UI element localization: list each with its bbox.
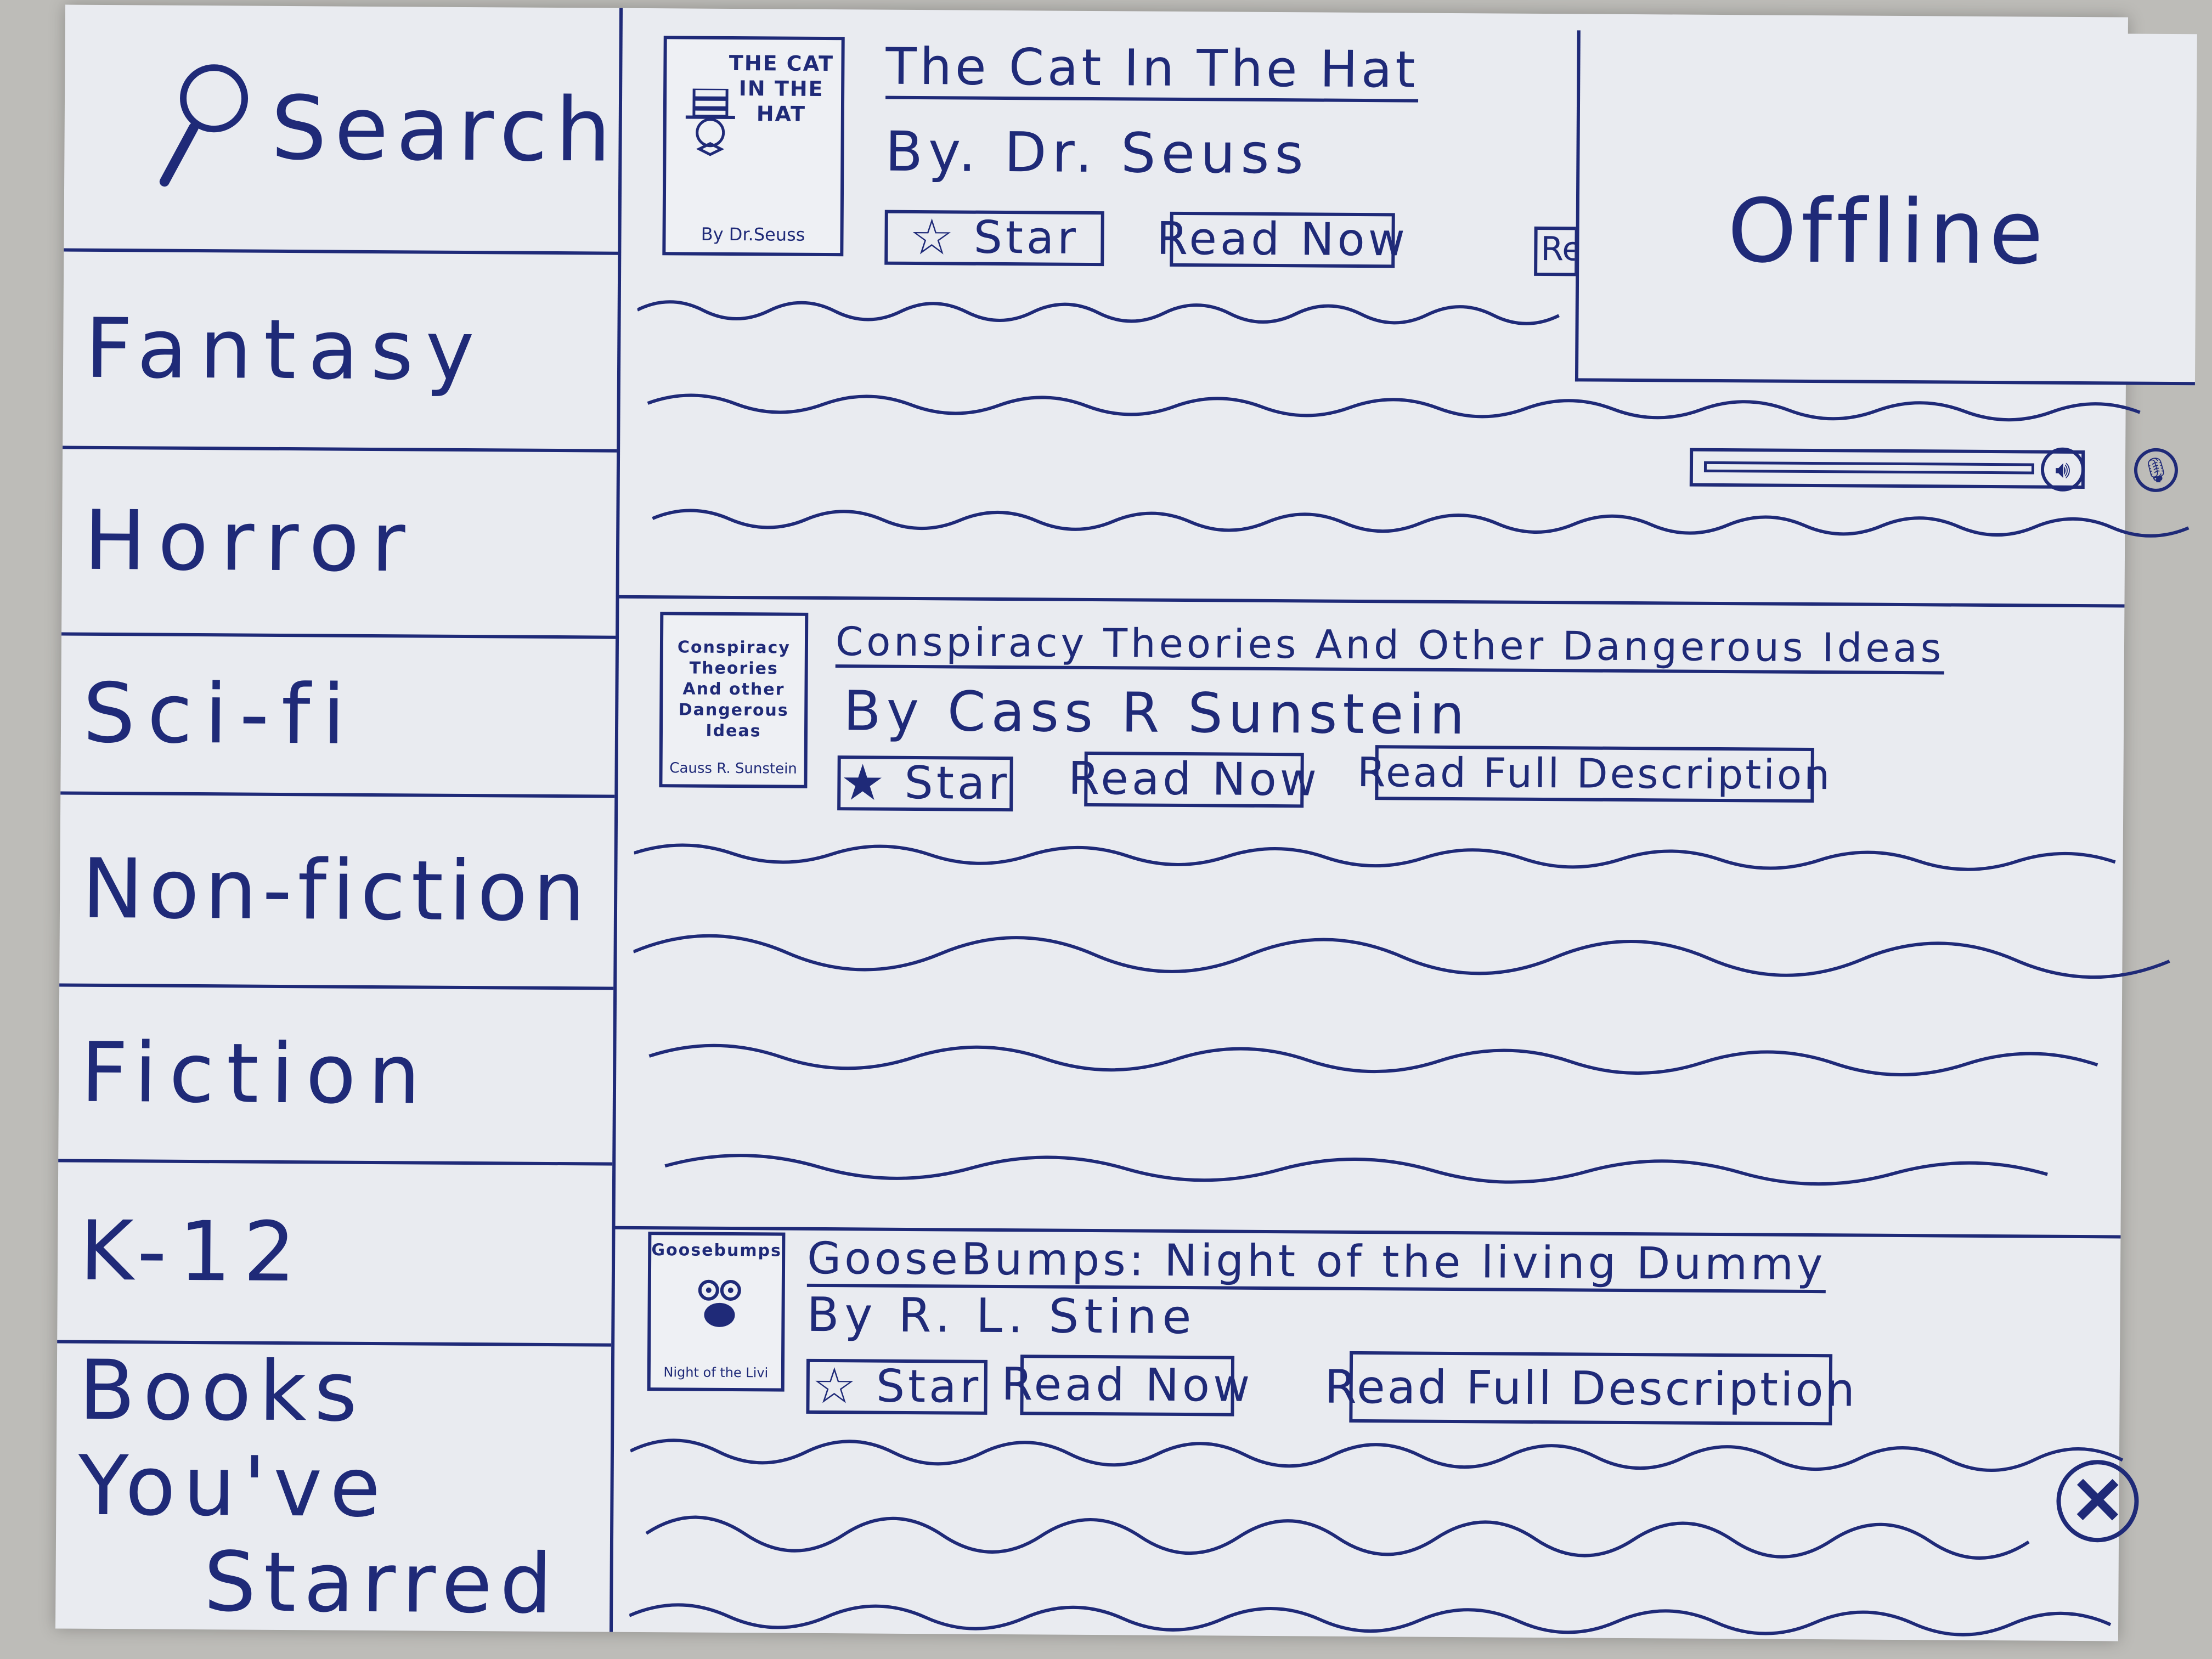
read-description-button[interactable]: Read Full Description — [1324, 1351, 1857, 1426]
book-card: Conspiracy Theories And other Dangerous … — [615, 595, 2170, 1239]
sidebar-item-horror[interactable]: Horror — [61, 449, 617, 639]
star-label: Star — [904, 757, 1011, 810]
star-label: Star — [876, 1360, 982, 1413]
star-label: Star — [973, 211, 1080, 264]
book-list: THE CAT IN THE HAT By Dr.Seuss The Cat I… — [613, 8, 2197, 1641]
read-now-label: Read Now — [1001, 1358, 1254, 1412]
book-card: Goosebumps Night of the Livi GooseBumps:… — [613, 1226, 2124, 1641]
search-button[interactable]: Search — [64, 4, 620, 255]
sidebar-item-label: Books You've — [78, 1342, 388, 1536]
book-cover[interactable]: THE CAT IN THE HAT By Dr.Seuss — [662, 36, 845, 257]
microphone-icon[interactable]: 🎙︎ — [2134, 448, 2179, 493]
sidebar-item-fantasy[interactable]: Fantasy — [63, 251, 618, 453]
read-now-label: Read Now — [1156, 212, 1409, 267]
sidebar-item-fiction[interactable]: Fiction — [58, 986, 614, 1166]
read-now-button[interactable]: Read Now — [1156, 211, 1408, 268]
read-description-button[interactable]: Re — [1534, 226, 1578, 276]
app-screen: Search Fantasy Horror Sci-fi Non-fiction… — [55, 4, 2197, 1641]
dummy-face-icon — [698, 1279, 741, 1327]
book-title[interactable]: GooseBumps: Night of the living Dummy — [806, 1232, 1826, 1294]
sidebar-item-label: Horror — [83, 493, 418, 591]
book-author: By. Dr. Seuss — [885, 119, 1309, 187]
offline-popup[interactable]: Offline — [1575, 30, 2197, 386]
read-description-label: Read Full Description — [1357, 748, 1832, 799]
book-cover[interactable]: Goosebumps Night of the Livi — [647, 1232, 786, 1392]
book-title[interactable]: The Cat In The Hat — [885, 37, 1419, 103]
read-description-label: Re — [1541, 229, 1578, 269]
star-outline-icon: ☆ — [811, 1357, 860, 1415]
star-filled-icon: ★ — [840, 754, 889, 812]
audio-volume-slider[interactable] — [1689, 448, 2085, 489]
close-icon[interactable]: ✕ — [2056, 1459, 2139, 1543]
book-author: By Cass R Sunstein — [843, 679, 1470, 747]
read-description-button[interactable]: Read Full Description — [1357, 745, 1832, 803]
genre-sidebar: Search Fantasy Horror Sci-fi Non-fiction… — [55, 4, 623, 1632]
sidebar-item-starred-books[interactable]: Books You've Starred — [55, 1343, 611, 1632]
speaker-icon[interactable]: 🔊︎ — [2040, 447, 2085, 492]
offline-label: Offline — [1727, 179, 2048, 284]
read-now-button[interactable]: Read Now — [1068, 751, 1320, 808]
sidebar-item-label: Fiction — [80, 1025, 433, 1123]
book-title[interactable]: Conspiracy Theories And Other Dangerous … — [835, 618, 1945, 675]
cover-author: By Dr.Seuss — [701, 223, 805, 245]
magnifier-icon — [146, 64, 249, 190]
sidebar-item-label: Starred — [203, 1534, 560, 1633]
cover-title: Conspiracy Theories And other Dangerous … — [677, 637, 791, 741]
cover-author: Causs R. Sunstein — [669, 760, 797, 777]
description-placeholder-lines — [629, 1438, 2124, 1637]
book-author: By R. L. Stine — [806, 1287, 1197, 1345]
read-description-label: Read Full Description — [1324, 1359, 1858, 1417]
star-button[interactable]: ★ Star — [837, 754, 1013, 812]
sidebar-item-label: Non-fiction — [81, 841, 591, 940]
sidebar-item-label: Fantasy — [84, 301, 487, 399]
cover-author: Night of the Livi — [663, 1364, 769, 1381]
book-cover[interactable]: Conspiracy Theories And other Dangerous … — [659, 612, 809, 788]
read-now-button[interactable]: Read Now — [1001, 1355, 1253, 1417]
star-outline-icon: ☆ — [909, 208, 958, 267]
volume-fill — [1703, 461, 2034, 475]
star-button[interactable]: ☆ Star — [884, 208, 1104, 267]
cat-in-hat-icon — [685, 88, 735, 156]
sidebar-item-non-fiction[interactable]: Non-fiction — [59, 794, 615, 990]
sidebar-item-label: K-12 — [79, 1203, 308, 1301]
cover-title: Goosebumps — [651, 1240, 782, 1261]
search-label: Search — [270, 76, 619, 182]
description-placeholder-lines — [633, 843, 2170, 1186]
read-now-label: Read Now — [1068, 752, 1321, 806]
sidebar-item-label: Sci-fi — [82, 665, 358, 763]
sidebar-item-sci-fi[interactable]: Sci-fi — [60, 635, 616, 798]
sidebar-item-k-12[interactable]: K-12 — [57, 1162, 613, 1347]
star-button[interactable]: ☆ Star — [806, 1357, 988, 1415]
